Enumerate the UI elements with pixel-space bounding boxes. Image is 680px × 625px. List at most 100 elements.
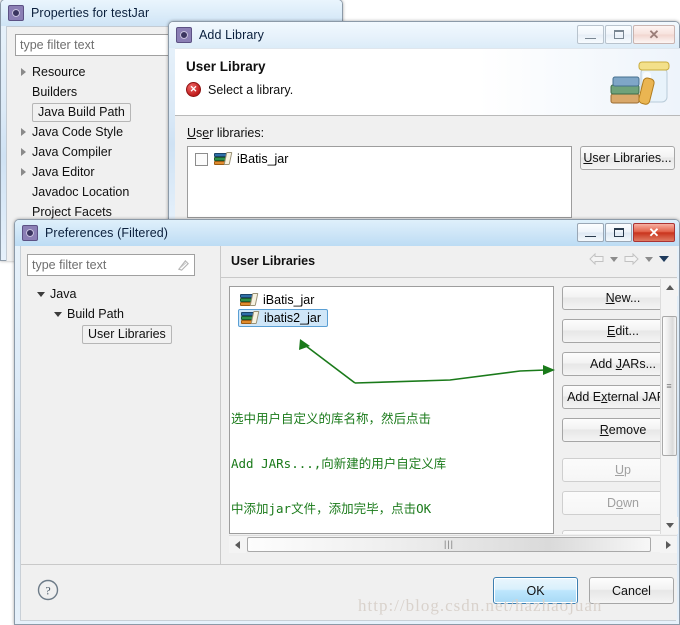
page-title: User Libraries [231, 254, 316, 268]
grip-icon: ≡ [666, 380, 673, 391]
maximize-icon [613, 30, 624, 39]
close-button[interactable]: ✕ [633, 25, 675, 44]
scroll-up-button[interactable] [661, 279, 678, 296]
properties-window-title: Properties for testJar [31, 6, 150, 20]
vscroll-thumb[interactable]: ≡ [662, 316, 677, 456]
close-button[interactable]: ✕ [633, 223, 675, 242]
annotation-text: 选中用户自定义的库名称，然后点击 Add JARs...,向新建的用户自定义库 … [231, 381, 446, 546]
chevron-down-icon[interactable] [54, 311, 62, 317]
maximize-button[interactable] [605, 223, 632, 242]
add-library-header: User Library ✕ Select a library. [175, 48, 680, 116]
tree-item-label: Java Editor [32, 165, 95, 179]
library-books-icon [240, 293, 259, 307]
preferences-tree-item-user-libraries[interactable]: User Libraries [37, 324, 218, 344]
extra-button-partial[interactable] [562, 530, 660, 534]
preferences-filter-input[interactable]: type filter text [27, 254, 195, 276]
add-external-jars-button[interactable]: Add External JARs.. [562, 385, 660, 409]
cancel-button-label: Cancel [612, 583, 651, 598]
minimize-icon [585, 36, 596, 39]
preferences-tree[interactable]: Java Build Path User Libraries [27, 276, 218, 344]
tree-item-label: Java Compiler [32, 145, 112, 159]
add-library-window[interactable]: Add Library ✕ User Library ✕ Select a li… [168, 21, 680, 226]
screenshot-root: Properties for testJar type filter text … [0, 0, 680, 625]
eclipse-icon [22, 225, 38, 241]
add-library-caption-buttons[interactable]: ✕ [577, 25, 675, 44]
annotation-line-2: Add JARs...,向新建的用户自定义库 [231, 456, 447, 471]
page-header: User Libraries [221, 246, 677, 278]
add-library-list[interactable]: iBatis_jar [187, 146, 572, 218]
right-pane-vscrollbar[interactable]: ≡ [660, 279, 678, 534]
maximize-button[interactable] [605, 25, 632, 44]
chevron-right-icon[interactable] [21, 68, 26, 76]
tree-item-label: Build Path [67, 307, 124, 321]
page-nav[interactable] [589, 253, 669, 265]
watermark: http://blog.csdn.net/hazhaojuan [358, 596, 603, 615]
chevron-right-icon[interactable] [21, 128, 26, 136]
library-action-buttons: New... Edit... Add J ARs... Add Ex ternal … [562, 286, 660, 534]
close-icon: ✕ [648, 27, 660, 42]
list-item[interactable]: iBatis_jar [188, 147, 571, 166]
chevron-down-icon[interactable] [37, 291, 45, 297]
up-button[interactable]: Up [562, 458, 660, 482]
add-library-message: Select a library. [208, 82, 294, 97]
annotation-line-3: 中添加jar文件，添加完毕，点击OK [231, 501, 432, 516]
tree-item-label: User Libraries [82, 324, 172, 344]
forward-dropdown-icon[interactable] [645, 256, 653, 262]
eclipse-icon [8, 5, 24, 21]
add-library-window-title: Add Library [199, 28, 265, 42]
scroll-right-button[interactable] [660, 536, 677, 553]
close-icon: ✕ [648, 225, 660, 240]
view-menu-icon[interactable] [659, 256, 669, 262]
triangle-down-icon [665, 523, 674, 528]
library-books-icon [241, 311, 260, 325]
library-books-icon [214, 152, 233, 166]
maximize-icon [613, 228, 624, 237]
chevron-right-icon[interactable] [21, 148, 26, 156]
tree-item-label: Java Build Path [32, 102, 131, 122]
list-item-label: ibatis2_jar [264, 311, 321, 325]
tree-item-label: Java Code Style [32, 125, 124, 139]
add-library-titlebar[interactable]: Add Library ✕ [169, 22, 679, 48]
list-item-label: iBatis_jar [237, 152, 289, 166]
preferences-caption-buttons[interactable]: ✕ [577, 223, 675, 242]
clear-filter-icon[interactable] [177, 259, 190, 272]
list-item-label: iBatis_jar [263, 293, 315, 307]
tree-item-label: Javadoc Location [32, 185, 130, 199]
forward-arrow-icon[interactable] [624, 253, 639, 265]
svg-text:?: ? [45, 584, 50, 598]
back-arrow-icon[interactable] [589, 253, 604, 265]
annotation-line-1: 选中用户自定义的库名称，然后点击 [231, 411, 432, 426]
preferences-titlebar[interactable]: Preferences (Filtered) ✕ [15, 220, 679, 246]
scroll-down-button[interactable] [661, 517, 678, 534]
edit-button[interactable]: Edit... [562, 319, 660, 343]
error-icon: ✕ [186, 82, 201, 97]
tree-item-label: Builders [32, 85, 78, 99]
preferences-left-pane: type filter text Java Build Path User Li… [27, 254, 218, 564]
remove-button[interactable]: Remove [562, 418, 660, 442]
preferences-window-title: Preferences (Filtered) [45, 226, 169, 240]
preferences-tree-item-java[interactable]: Java [37, 284, 218, 304]
list-item-selected[interactable]: ibatis2_jar [238, 309, 328, 327]
library-checkbox[interactable] [195, 152, 208, 166]
preferences-tree-item-build-path[interactable]: Build Path [37, 304, 218, 324]
tree-item-label: Resource [32, 65, 86, 79]
chevron-right-icon[interactable] [21, 168, 26, 176]
add-library-heading: User Library [186, 59, 266, 74]
minimize-button[interactable] [577, 25, 604, 44]
help-question-icon[interactable]: ? [37, 579, 59, 601]
new-button[interactable]: New... [562, 286, 660, 310]
tree-item-label: Java [50, 287, 77, 301]
minimize-button[interactable] [577, 223, 604, 242]
add-library-body: UseUser libraries:r libraries: iBatis_ja… [175, 116, 680, 226]
jar-with-books-icon [610, 61, 670, 105]
minimize-icon [585, 234, 596, 237]
add-jars-button[interactable]: Add J ARs... [562, 352, 660, 376]
user-libraries-label: UseUser libraries:r libraries: [187, 126, 265, 140]
user-libraries-button[interactable]: User Libraries... [580, 146, 675, 170]
eclipse-icon [176, 27, 192, 43]
down-button[interactable]: Do wn [562, 491, 660, 515]
triangle-up-icon [665, 285, 674, 290]
list-item[interactable]: iBatis_jar [230, 287, 553, 307]
back-dropdown-icon[interactable] [610, 256, 618, 262]
tree-item-label: Project Facets [32, 205, 112, 219]
